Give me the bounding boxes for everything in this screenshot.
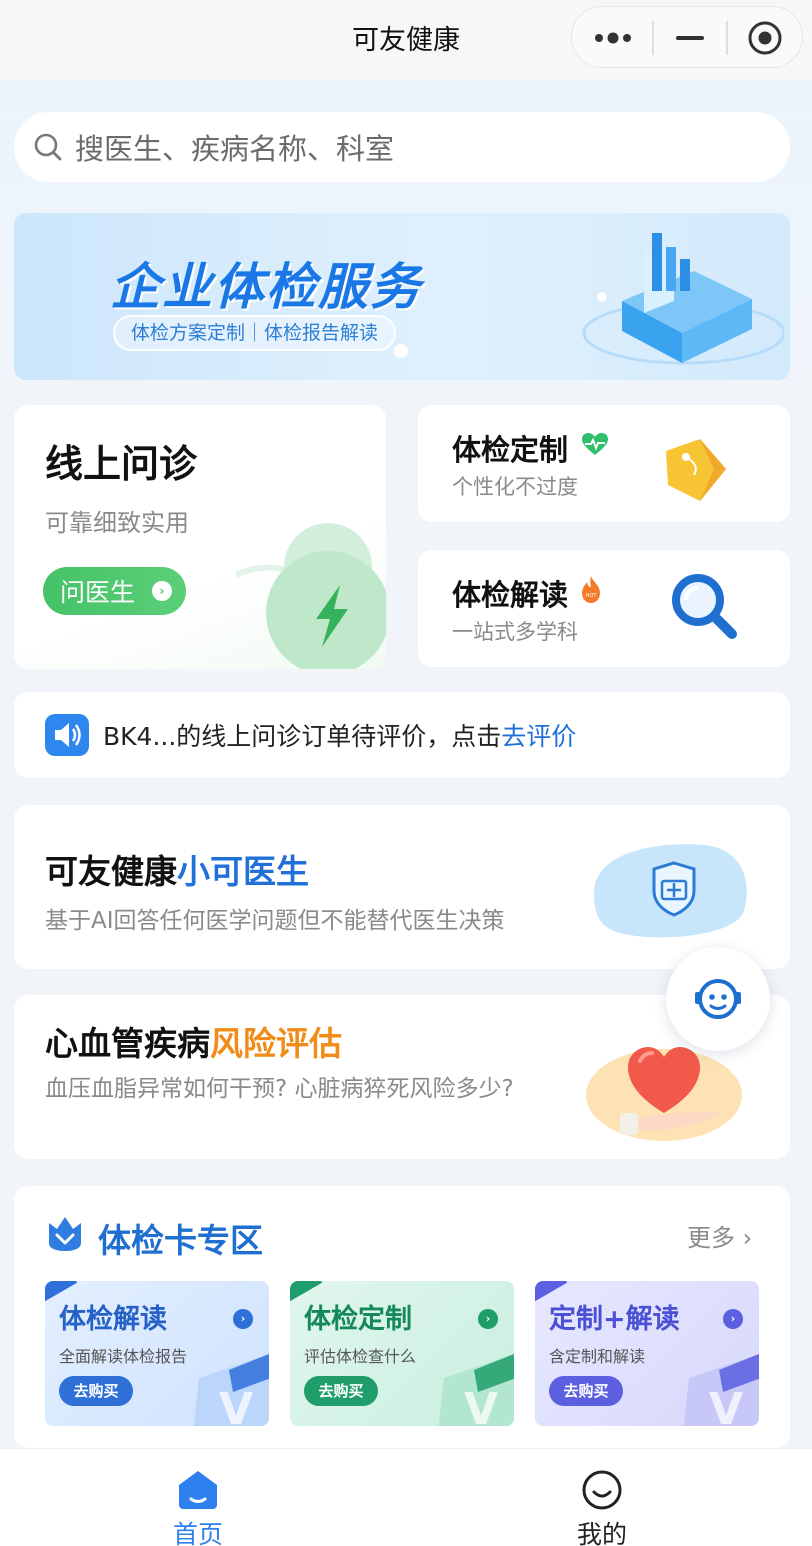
product-subtitle: 评估体检查什么 xyxy=(304,1347,417,1366)
target-close-icon xyxy=(748,21,782,55)
price-tag-icon xyxy=(666,439,726,501)
card-v-decoration-icon: V xyxy=(438,1354,514,1426)
tab-mine-label: 我的 xyxy=(576,1520,627,1546)
enterprise-checkup-banner[interactable]: 企业体检服务 体检方案定制｜体检报告解读 xyxy=(14,213,790,380)
checkup-interpret-subtitle: 一站式多学科 xyxy=(452,620,578,644)
search-icon xyxy=(34,133,62,161)
smile-icon xyxy=(582,1470,622,1510)
product-title: 体检定制 xyxy=(304,1304,412,1335)
buy-button[interactable]: 去购买 xyxy=(549,1376,623,1406)
card-v-decoration-icon: V xyxy=(683,1354,759,1426)
customer-service-icon xyxy=(695,979,741,1019)
chevron-right-icon: › xyxy=(723,1309,743,1329)
miniprogram-capsule xyxy=(571,6,803,68)
go-review-link[interactable]: 去评价 xyxy=(501,722,576,751)
customer-service-button[interactable] xyxy=(666,947,770,1051)
consult-subtitle: 可靠细致实用 xyxy=(45,509,189,537)
medical-shield-icon xyxy=(594,844,747,938)
tab-home[interactable]: 首页 xyxy=(138,1449,258,1546)
crown-shield-icon xyxy=(49,1217,81,1251)
cardio-title-prefix: 心血管疾病 xyxy=(45,1024,210,1063)
notice-text: BK4...的线上问诊订单待评价，点击去评价 xyxy=(103,717,576,753)
svg-text:V: V xyxy=(709,1384,743,1426)
chevron-right-icon: › xyxy=(742,1224,753,1252)
ask-doctor-button[interactable]: 问医生 › xyxy=(43,567,186,615)
cardio-title-highlight: 风险评估 xyxy=(210,1024,342,1063)
product-subtitle: 含定制和解读 xyxy=(549,1347,646,1366)
checkup-interpret-card[interactable]: 体检解读 HOT 一站式多学科 xyxy=(418,550,790,667)
card-v-decoration-icon: V xyxy=(193,1354,269,1426)
checkup-customize-title: 体检定制 xyxy=(452,433,569,467)
speaker-icon xyxy=(45,714,89,756)
ai-doctor-title: 可友健康小可医生 xyxy=(45,845,309,893)
svg-text:V: V xyxy=(219,1384,253,1426)
magnifier-icon xyxy=(672,574,737,639)
online-consult-card[interactable]: 线上问诊 可靠细致实用 问医生 › xyxy=(14,405,386,669)
ai-doctor-card[interactable]: 可友健康小可医生 基于AI回答任何医学问题但不能替代医生决策 xyxy=(14,805,790,969)
close-miniprogram-button[interactable] xyxy=(728,7,802,69)
checkup-interpret-title: 体检解读 xyxy=(452,578,569,612)
cardio-risk-subtitle: 血压血脂异常如何干预? 心脏病猝死风险多少? xyxy=(45,1076,514,1102)
more-label: 更多 xyxy=(687,1224,735,1252)
search-bar[interactable]: 搜医生、疾病名称、科室 xyxy=(14,112,790,182)
more-dots-icon xyxy=(595,32,631,44)
product-card-interpret[interactable]: 体检解读 › 全面解读体检报告 去购买 V xyxy=(45,1281,269,1426)
checkup-card-zone: 体检卡专区 更多 › 体检解读 › 全面解读体检报告 去购买 V 体检定制 › … xyxy=(14,1186,790,1448)
lightning-bubble-icon xyxy=(236,523,386,669)
product-card-customize[interactable]: 体检定制 › 评估体检查什么 去购买 V xyxy=(290,1281,514,1426)
minimize-button[interactable] xyxy=(654,7,726,69)
buy-button[interactable]: 去购买 xyxy=(59,1376,133,1406)
minimize-icon xyxy=(676,36,704,40)
more-link[interactable]: 更多 › xyxy=(687,1218,752,1253)
ai-doctor-subtitle: 基于AI回答任何医学问题但不能替代医生决策 xyxy=(45,908,505,934)
buy-button[interactable]: 去购买 xyxy=(304,1376,378,1406)
product-title: 定制+解读 xyxy=(549,1304,680,1335)
bottom-tab-bar: 首页 我的 xyxy=(0,1448,812,1546)
report-3d-illustration xyxy=(582,233,784,365)
chevron-right-icon: › xyxy=(233,1309,253,1329)
heart-pulse-icon xyxy=(582,433,608,455)
banner-tagline: 体检方案定制｜体检报告解读 xyxy=(113,315,397,351)
chevron-right-icon: › xyxy=(478,1309,498,1329)
hot-flame-icon: HOT xyxy=(582,576,600,603)
cardio-risk-title: 心血管疾病风险评估 xyxy=(45,1017,342,1065)
consult-title: 线上问诊 xyxy=(45,442,198,486)
notice-message: BK4...的线上问诊订单待评价，点击 xyxy=(103,722,502,751)
tab-mine[interactable]: 我的 xyxy=(542,1449,662,1546)
ai-doctor-title-prefix: 可友健康 xyxy=(45,852,177,891)
search-placeholder: 搜医生、疾病名称、科室 xyxy=(75,132,395,166)
checkup-customize-card[interactable]: 体检定制 个性化不过度 xyxy=(418,405,790,522)
chevron-right-icon: › xyxy=(152,581,172,601)
banner-title: 企业体检服务 xyxy=(110,258,422,316)
ask-doctor-label: 问医生 xyxy=(60,578,136,607)
product-subtitle: 全面解读体检报告 xyxy=(59,1347,188,1366)
checkup-customize-subtitle: 个性化不过度 xyxy=(452,475,578,499)
home-icon xyxy=(179,1471,217,1509)
card-zone-title: 体检卡专区 xyxy=(98,1221,263,1260)
ai-doctor-title-highlight: 小可医生 xyxy=(177,852,309,891)
carousel-indicator xyxy=(394,344,408,358)
tab-home-label: 首页 xyxy=(172,1520,223,1546)
product-card-bundle[interactable]: 定制+解读 › 含定制和解读 去购买 V xyxy=(535,1281,759,1426)
product-title: 体检解读 xyxy=(59,1304,167,1335)
svg-text:V: V xyxy=(464,1384,498,1426)
hot-badge-text: HOT xyxy=(586,593,598,599)
more-menu-button[interactable] xyxy=(572,7,654,69)
review-notice-bar[interactable]: BK4...的线上问诊订单待评价，点击去评价 xyxy=(14,692,790,778)
